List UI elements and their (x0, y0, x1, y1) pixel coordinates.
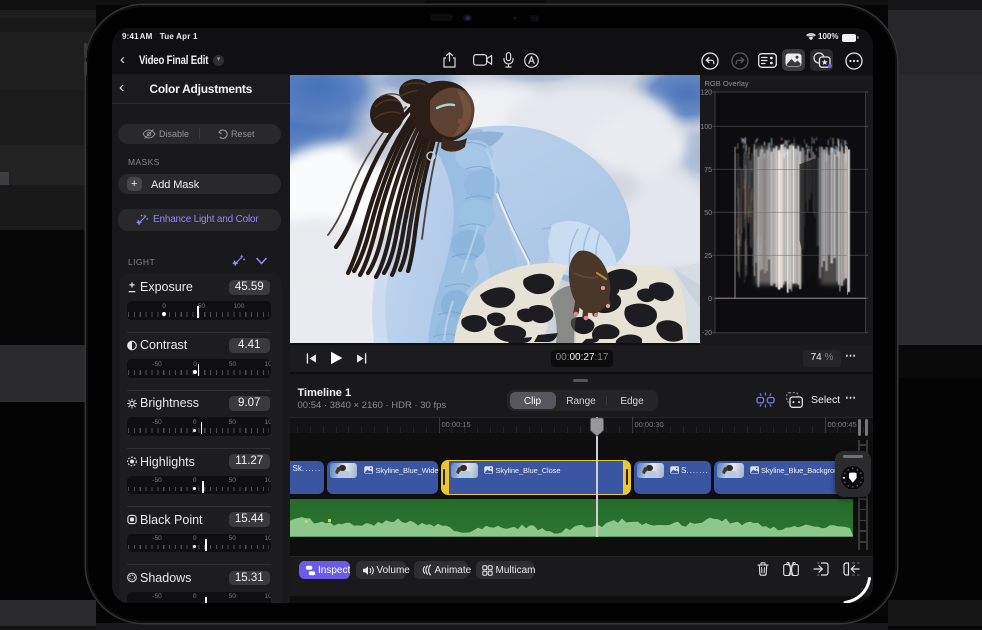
svg-text:75: 75 (704, 166, 712, 173)
svg-text:0: 0 (708, 295, 712, 302)
svg-text:25: 25 (704, 252, 712, 259)
svg-text:50: 50 (704, 209, 712, 216)
svg-text:-20: -20 (701, 330, 711, 337)
svg-text:120: 120 (700, 89, 712, 96)
svg-text:RGB Overlay: RGB Overlay (704, 79, 748, 88)
svg-text:100: 100 (700, 123, 712, 130)
